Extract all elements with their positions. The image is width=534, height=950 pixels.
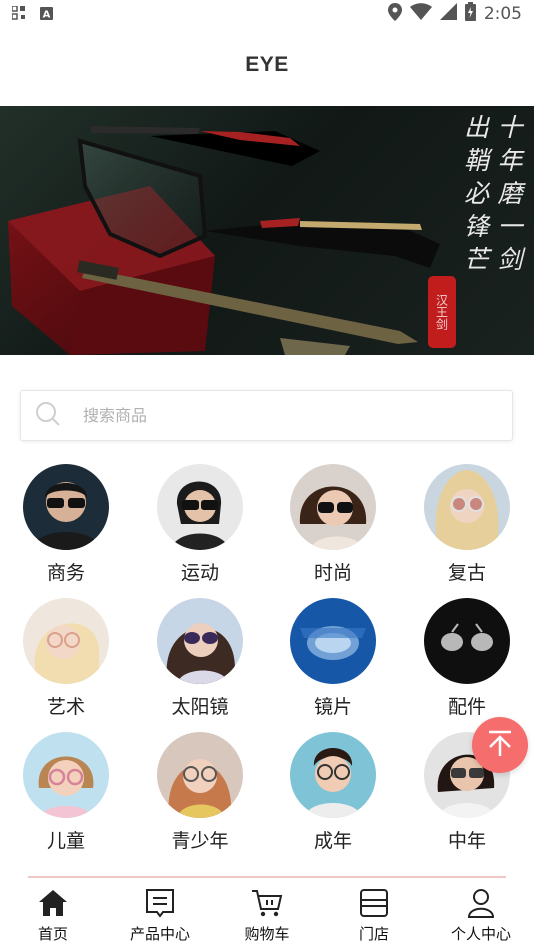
category-adult[interactable]: 成年 [273, 732, 393, 853]
tab-profile[interactable]: 个人中心 [428, 886, 534, 944]
product-list-icon [145, 886, 175, 920]
category-accessories[interactable]: 配件 [407, 598, 527, 719]
search-icon [35, 401, 61, 431]
banner-poem: 十年磨一剑 出鞘必锋芒 [460, 114, 524, 279]
red-seal-stamp: 汉王剑 [428, 276, 456, 348]
tab-cart[interactable]: 购物车 [214, 886, 320, 944]
a-notification-icon: A [40, 5, 53, 24]
status-time: 2:05 [483, 4, 522, 24]
category-art[interactable]: 艺术 [6, 598, 126, 719]
tab-home[interactable]: 首页 [0, 886, 106, 944]
category-image [424, 598, 510, 684]
search-input[interactable] [83, 406, 463, 425]
category-business[interactable]: 商务 [6, 464, 126, 585]
wifi-icon [409, 3, 432, 25]
category-label: 儿童 [46, 830, 85, 852]
category-image [23, 732, 109, 818]
category-image [290, 464, 376, 550]
battery-icon [464, 2, 476, 26]
category-children[interactable]: 儿童 [6, 732, 126, 853]
category-sunglasses[interactable]: 太阳镜 [140, 598, 260, 719]
category-label: 配件 [447, 696, 486, 718]
store-icon [359, 886, 389, 920]
user-icon [467, 886, 495, 920]
category-image [157, 732, 243, 818]
svg-text:A: A [43, 9, 51, 20]
category-label: 商务 [46, 562, 85, 584]
category-label: 成年 [313, 830, 352, 852]
search-bar[interactable] [20, 390, 513, 441]
tab-products[interactable]: 产品中心 [107, 886, 213, 944]
arrow-up-icon [486, 729, 514, 761]
category-fashion[interactable]: 时尚 [273, 464, 393, 585]
app-header: EYE [0, 28, 534, 106]
category-label: 时尚 [313, 562, 352, 584]
category-label: 太阳镜 [171, 696, 229, 718]
location-icon [387, 2, 402, 26]
category-image [290, 598, 376, 684]
tab-bar-divider [28, 876, 506, 878]
category-label: 中年 [447, 830, 486, 852]
category-sports[interactable]: 运动 [140, 464, 260, 585]
tab-label: 购物车 [244, 925, 290, 943]
category-label: 青少年 [171, 830, 229, 852]
status-bar: A 2:05 [0, 0, 534, 28]
back-to-top-button[interactable] [472, 717, 528, 773]
category-lens[interactable]: 镜片 [273, 598, 393, 719]
category-label: 运动 [180, 562, 219, 584]
qr-scan-icon [11, 4, 26, 24]
category-label: 复古 [447, 562, 486, 584]
category-image [290, 732, 376, 818]
signal-icon [439, 3, 457, 25]
category-teen[interactable]: 青少年 [140, 732, 260, 853]
tab-store[interactable]: 门店 [321, 886, 427, 944]
promo-banner[interactable]: 十年磨一剑 出鞘必锋芒 汉王剑 [0, 106, 534, 355]
tab-label: 产品中心 [129, 925, 190, 943]
category-image [23, 464, 109, 550]
poem-line-1: 十年磨一剑 [494, 114, 523, 279]
tab-label: 门店 [358, 925, 389, 943]
tab-label: 首页 [37, 925, 68, 943]
tab-label: 个人中心 [450, 925, 511, 943]
category-image [424, 464, 510, 550]
poem-line-2: 出鞘必锋芒 [460, 114, 490, 279]
home-icon [38, 886, 68, 920]
bottom-tab-bar: 首页 产品中心 购物车 门店 个人中心 [0, 876, 534, 950]
category-image [157, 464, 243, 550]
category-label: 艺术 [46, 696, 85, 718]
category-image [157, 598, 243, 684]
page-title: EYE [245, 52, 289, 76]
category-image [23, 598, 109, 684]
category-retro[interactable]: 复古 [407, 464, 527, 585]
category-label: 镜片 [313, 696, 352, 718]
cart-icon [251, 886, 283, 920]
